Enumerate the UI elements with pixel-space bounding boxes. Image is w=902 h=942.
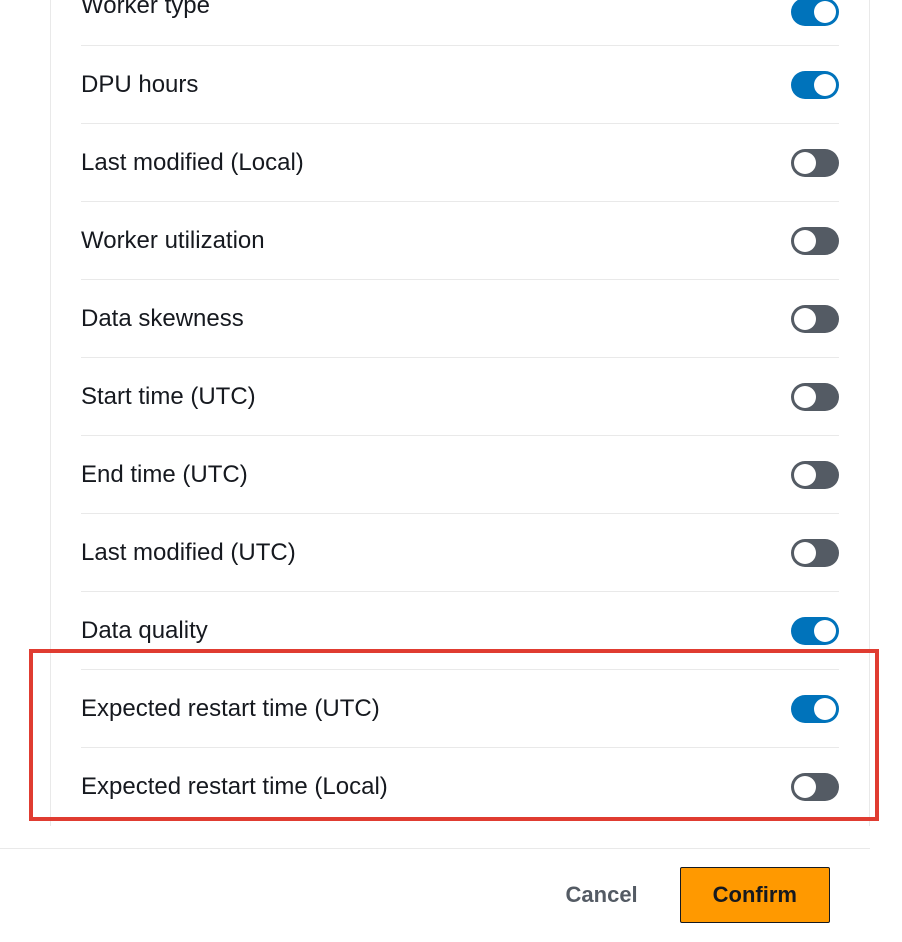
setting-row-last-modified-local: Last modified (Local) xyxy=(81,124,839,202)
setting-label: DPU hours xyxy=(81,71,198,99)
toggle-knob xyxy=(814,620,836,642)
settings-panel: Worker type DPU hours Last modified (Loc… xyxy=(50,0,870,826)
toggle-expected-restart-utc[interactable] xyxy=(791,695,839,723)
setting-row-data-quality: Data quality xyxy=(81,592,839,670)
setting-row-worker-type: Worker type xyxy=(81,0,839,46)
toggle-knob xyxy=(794,776,816,798)
toggle-worker-utilization[interactable] xyxy=(791,227,839,255)
setting-row-worker-utilization: Worker utilization xyxy=(81,202,839,280)
dialog-footer: Cancel Confirm xyxy=(0,848,870,941)
toggle-knob xyxy=(814,1,836,23)
setting-row-dpu-hours: DPU hours xyxy=(81,46,839,124)
toggle-end-time-utc[interactable] xyxy=(791,461,839,489)
toggle-expected-restart-local[interactable] xyxy=(791,773,839,801)
toggle-worker-type[interactable] xyxy=(791,0,839,26)
toggle-knob xyxy=(794,230,816,252)
toggle-knob xyxy=(814,74,836,96)
setting-label: End time (UTC) xyxy=(81,461,248,489)
setting-row-data-skewness: Data skewness xyxy=(81,280,839,358)
setting-label: Data skewness xyxy=(81,305,244,333)
cancel-button[interactable]: Cancel xyxy=(548,870,656,920)
setting-row-end-time-utc: End time (UTC) xyxy=(81,436,839,514)
toggle-knob xyxy=(794,542,816,564)
toggle-knob xyxy=(794,308,816,330)
toggle-data-skewness[interactable] xyxy=(791,305,839,333)
setting-label: Last modified (Local) xyxy=(81,149,304,177)
toggle-start-time-utc[interactable] xyxy=(791,383,839,411)
setting-row-expected-restart-local: Expected restart time (Local) xyxy=(81,748,839,826)
setting-label: Worker utilization xyxy=(81,227,265,255)
toggle-knob xyxy=(794,386,816,408)
setting-label: Expected restart time (Local) xyxy=(81,773,388,801)
toggle-last-modified-local[interactable] xyxy=(791,149,839,177)
settings-list: Worker type DPU hours Last modified (Loc… xyxy=(51,0,869,826)
toggle-data-quality[interactable] xyxy=(791,617,839,645)
toggle-dpu-hours[interactable] xyxy=(791,71,839,99)
toggle-last-modified-utc[interactable] xyxy=(791,539,839,567)
setting-label: Expected restart time (UTC) xyxy=(81,695,380,723)
setting-row-last-modified-utc: Last modified (UTC) xyxy=(81,514,839,592)
confirm-button[interactable]: Confirm xyxy=(680,867,830,923)
toggle-knob xyxy=(814,698,836,720)
setting-label: Last modified (UTC) xyxy=(81,539,296,567)
setting-label: Data quality xyxy=(81,617,208,645)
setting-label: Worker type xyxy=(81,0,210,20)
setting-row-start-time-utc: Start time (UTC) xyxy=(81,358,839,436)
toggle-knob xyxy=(794,464,816,486)
setting-row-expected-restart-utc: Expected restart time (UTC) xyxy=(81,670,839,748)
setting-label: Start time (UTC) xyxy=(81,383,256,411)
toggle-knob xyxy=(794,152,816,174)
